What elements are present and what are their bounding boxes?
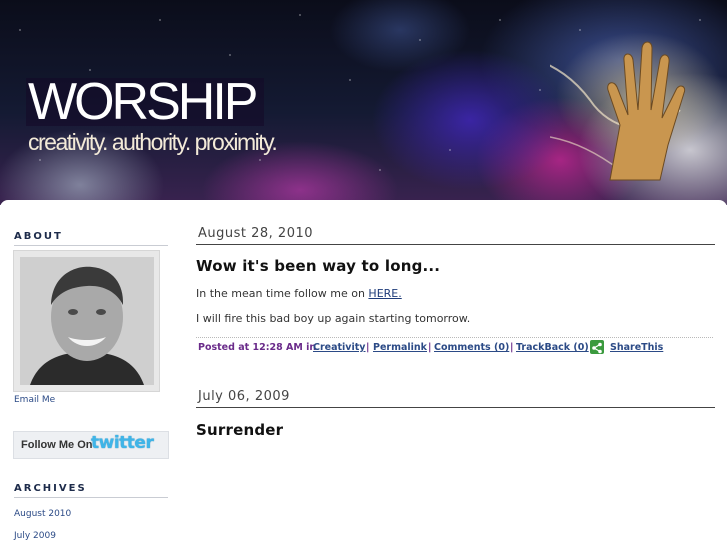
comments-link[interactable]: Comments (0) bbox=[434, 342, 509, 353]
footer-separator: | bbox=[510, 342, 514, 353]
follow-me-label: Follow Me On bbox=[21, 439, 93, 451]
posted-at-text: Posted at 12:28 AM in bbox=[198, 342, 317, 353]
footer-separator: | bbox=[428, 342, 432, 353]
follow-twitter-badge[interactable]: Follow Me On twitter bbox=[13, 431, 169, 459]
about-heading: ABOUT bbox=[14, 231, 168, 246]
date-header: July 06, 2009 bbox=[196, 389, 715, 408]
profile-portrait-image bbox=[20, 257, 154, 385]
profile-photo-frame bbox=[13, 250, 160, 392]
blog-tagline: creativity. authority. proximity. bbox=[28, 129, 278, 155]
share-icon[interactable] bbox=[590, 340, 604, 354]
post-text-prefix: In the mean time follow me on bbox=[196, 287, 369, 300]
twitter-logo: twitter bbox=[91, 433, 154, 453]
blog-title[interactable]: WORSHIP bbox=[28, 74, 258, 130]
date-header: August 28, 2010 bbox=[196, 226, 715, 245]
archive-link-august-2010[interactable]: August 2010 bbox=[14, 509, 71, 519]
post-paragraph: In the mean time follow me on HERE. bbox=[196, 287, 402, 300]
banner-bottom-edge bbox=[0, 200, 727, 214]
share-glyph-icon bbox=[592, 342, 602, 354]
category-link[interactable]: Creativity bbox=[313, 342, 366, 353]
archives-heading: ARCHIVES bbox=[14, 483, 168, 498]
permalink-link[interactable]: Permalink bbox=[373, 342, 427, 353]
trackback-link[interactable]: TrackBack (0) bbox=[516, 342, 589, 353]
post-paragraph: I will fire this bad boy up again starti… bbox=[196, 312, 471, 325]
header-banner: WORSHIP creativity. authority. proximity… bbox=[0, 0, 727, 205]
post-title[interactable]: Wow it's been way to long... bbox=[196, 257, 440, 275]
archive-link-july-2009[interactable]: July 2009 bbox=[14, 531, 56, 541]
footer-separator: | bbox=[366, 342, 370, 353]
profile-photo bbox=[20, 257, 154, 385]
post-title[interactable]: Surrender bbox=[196, 421, 283, 439]
raised-hand-image bbox=[550, 41, 686, 181]
post-footer: Posted at 12:28 AM in Creativity | Perma… bbox=[196, 337, 713, 356]
sharethis-link[interactable]: ShareThis bbox=[610, 342, 663, 353]
email-me-link[interactable]: Email Me bbox=[14, 395, 55, 405]
follow-here-link[interactable]: HERE. bbox=[368, 287, 401, 300]
